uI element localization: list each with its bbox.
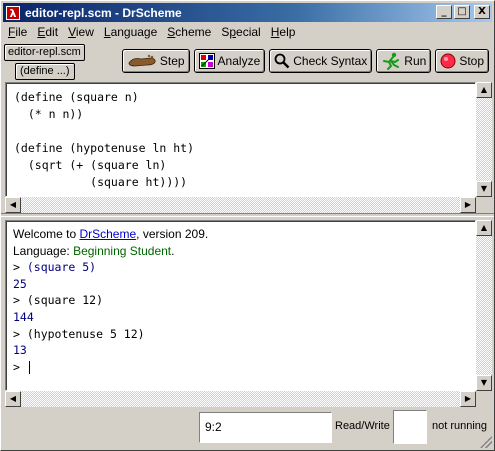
menu-special[interactable]: Special [216,24,265,42]
close-button[interactable]: X [474,5,490,19]
drscheme-link[interactable]: DrScheme [79,227,136,241]
welcome-suffix: , version 209. [136,227,209,241]
interactions-horizontal-scrollbar[interactable]: ◀ ▶ [5,391,476,407]
scroll-up-icon[interactable]: ▲ [476,82,492,98]
menu-edit[interactable]: Edit [32,24,63,42]
repl-prompt: > [13,293,27,308]
repl-output: 25 [13,276,27,291]
check-syntax-button[interactable]: Check Syntax [269,49,373,73]
language-suffix: . [171,243,175,258]
scroll-down-icon[interactable]: ▼ [476,375,492,391]
definitions-vertical-scrollbar[interactable]: ▲ ▼ [476,82,492,197]
cursor-position-field: 9:2 [199,412,332,443]
lambda-icon: λ [6,5,20,20]
repl-transcript: Welcome to DrScheme, version 209. Langua… [13,226,208,375]
menu-view[interactable]: View [63,24,99,42]
repl-prompt: > [13,260,27,275]
interactions-vertical-scrollbar[interactable]: ▲ ▼ [476,220,492,391]
scroll-up-icon[interactable]: ▲ [476,220,492,236]
scroll-right-icon[interactable]: ▶ [460,391,476,407]
menu-bar: File Edit View Language Scheme Special H… [3,24,300,42]
step-label: Step [159,54,185,68]
maximize-button[interactable]: □ [454,5,470,19]
scroll-corner [476,197,492,213]
repl-input: (square 5) [26,260,97,275]
repl-prompt: > [13,326,27,341]
window-title: editor-repl.scm - DrScheme [25,5,182,20]
toolbar: Step Analyze Check Syntax Run Stop [121,49,489,73]
welcome-line: Welcome to DrScheme, version 209. [13,226,208,243]
analyze-icon [198,53,215,69]
scroll-left-icon[interactable]: ◀ [5,391,21,407]
definitions-code[interactable]: (define (square n) (* n n)) (define (hyp… [14,89,194,191]
run-button[interactable]: Run [376,49,432,73]
stop-button[interactable]: Stop [435,49,489,73]
scroll-down-icon[interactable]: ▼ [476,181,492,197]
minimize-button[interactable]: _ [436,5,452,19]
repl-current-prompt-line[interactable]: > [13,359,208,376]
language-name: Beginning Student [73,243,172,258]
menu-file[interactable]: File [3,24,32,42]
running-status: not running [432,420,488,432]
scroll-right-icon[interactable]: ▶ [460,197,476,213]
repl-input-line: > (hypotenuse 5 12) [13,326,208,343]
menu-help[interactable]: Help [266,24,301,42]
menu-language[interactable]: Language [99,24,162,42]
footprint-icon [128,54,156,67]
repl-prompt: > [13,359,27,374]
repl-input-line: > (square 5) [13,259,208,276]
interactions-window[interactable]: Welcome to DrScheme, version 209. Langua… [5,220,476,391]
stop-icon [440,53,456,69]
definitions-horizontal-scrollbar[interactable]: ◀ ▶ [5,197,476,213]
analyze-label: Analyze [217,54,261,68]
magnifier-icon [274,53,290,69]
running-indicator-box [393,410,427,444]
repl-output: 144 [13,309,34,324]
read-write-status: Read/Write [335,420,390,432]
pane-divider[interactable] [1,213,494,217]
define-popup-menu[interactable]: (define ...) [15,63,75,80]
resize-grip-icon[interactable] [480,436,492,448]
menu-scheme[interactable]: Scheme [162,24,216,42]
welcome-prefix: Welcome to [13,227,80,241]
step-button[interactable]: Step [121,49,190,73]
language-prefix: Language: [13,243,74,258]
check-syntax-label: Check Syntax [293,54,368,68]
scroll-left-icon[interactable]: ◀ [5,197,21,213]
stop-label: Stop [459,54,484,68]
analyze-button[interactable]: Analyze [193,49,266,73]
title-bar[interactable]: λ editor-repl.scm - DrScheme _ □ X [3,3,492,22]
repl-output: 13 [13,343,27,358]
file-name-button[interactable]: editor-repl.scm [4,44,85,61]
text-cursor [28,360,30,374]
repl-input: (square 12) [26,293,104,308]
window-controls: _ □ X [436,5,490,19]
drscheme-window: λ editor-repl.scm - DrScheme _ □ X File … [0,0,495,451]
run-label: Run [404,54,427,68]
repl-input: (hypotenuse 5 12) [26,326,145,341]
scroll-corner [476,391,492,407]
repl-input-line: > (square 12) [13,292,208,309]
language-line: Language: Beginning Student. [13,243,208,260]
runner-icon [383,52,400,70]
definitions-editor[interactable]: (define (square n) (* n n)) (define (hyp… [5,82,476,197]
